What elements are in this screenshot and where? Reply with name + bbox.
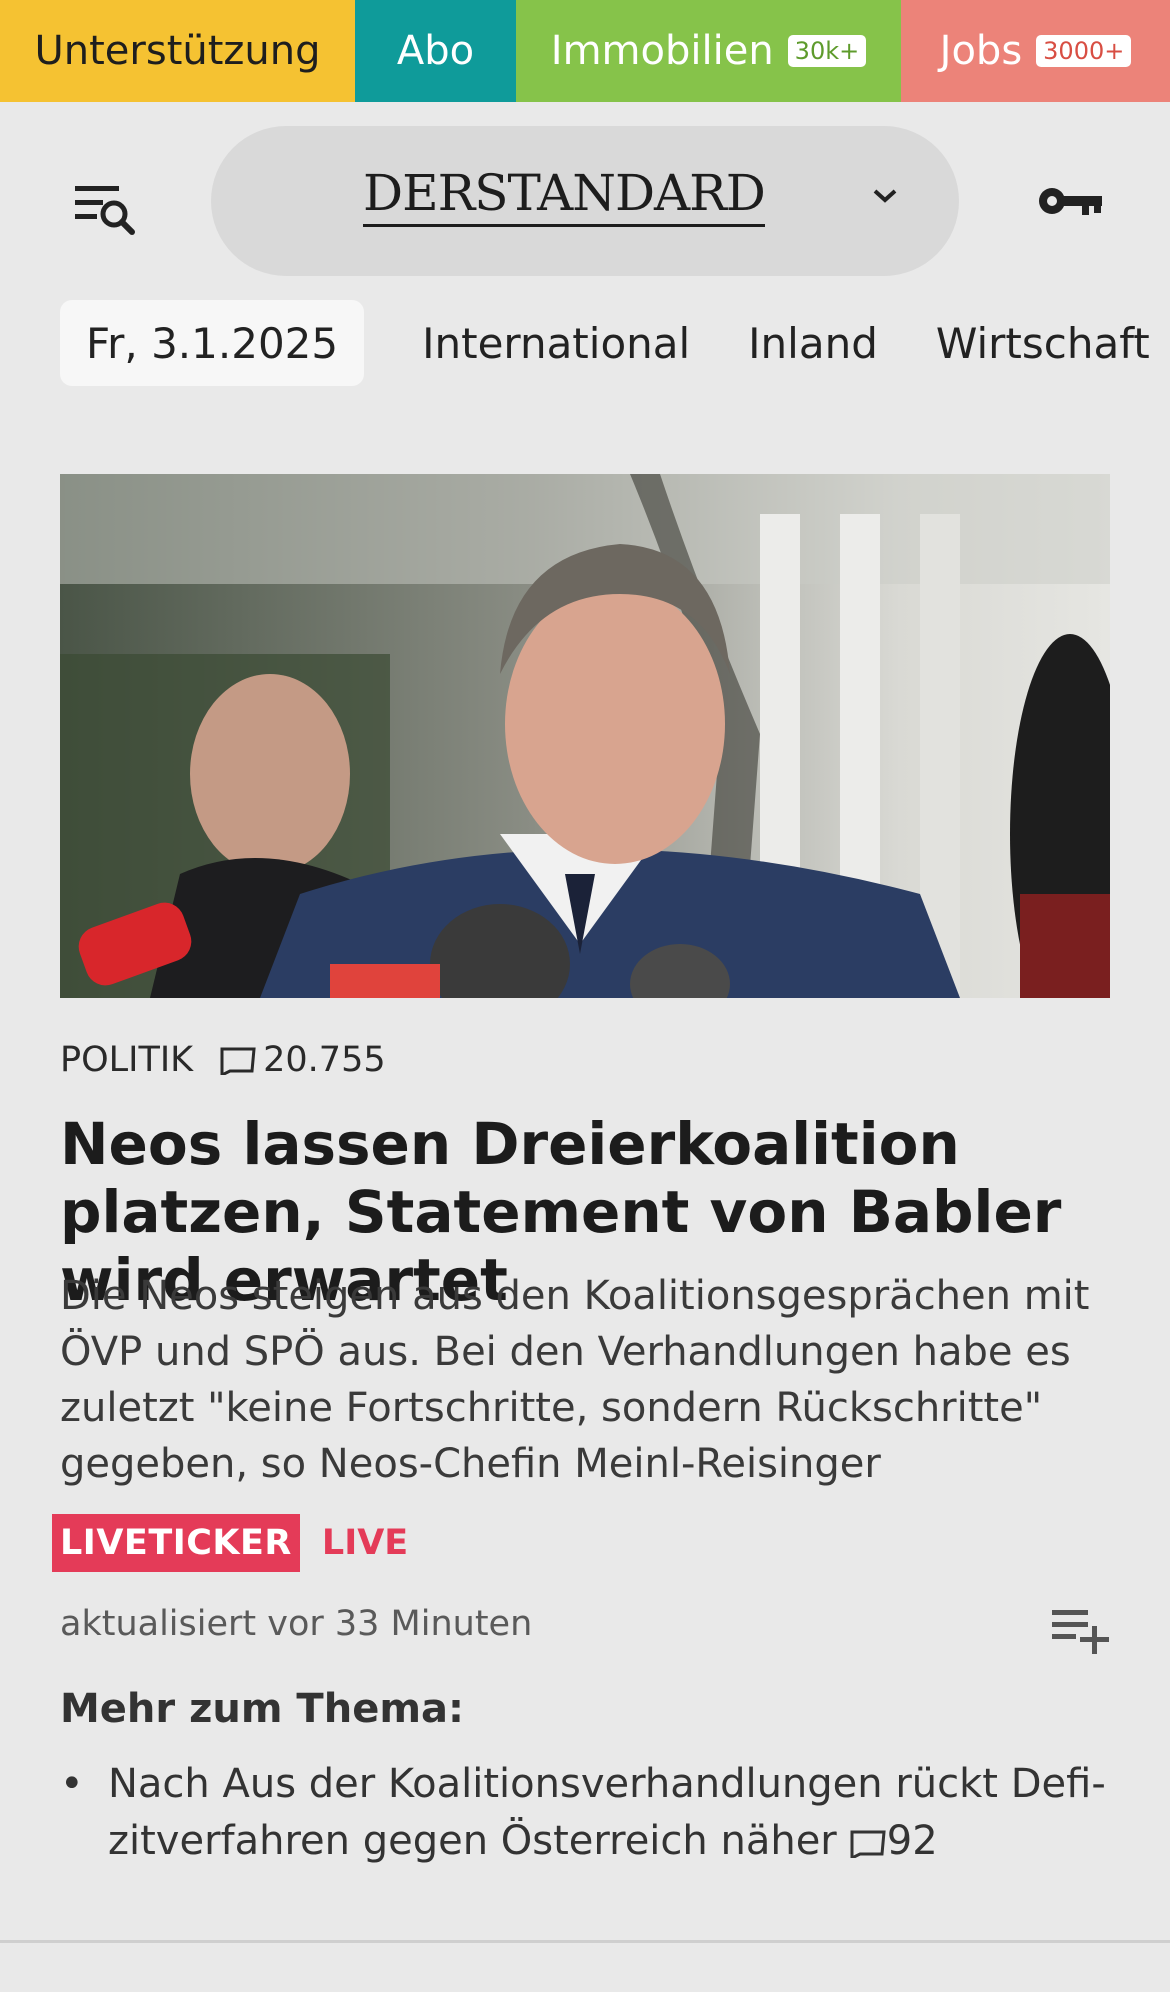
liveticker-badge: LIVETICKER <box>52 1514 300 1572</box>
nav-item-wirtschaft[interactable]: Wirtschaft <box>936 319 1150 368</box>
article-meta: POLITIK 20.755 <box>60 1040 386 1080</box>
site-header: DERSTANDARD <box>0 126 1170 276</box>
nav-item-international[interactable]: International <box>422 319 690 368</box>
article-hero-image[interactable] <box>60 474 1110 998</box>
nav-item-inland[interactable]: Inland <box>748 319 878 368</box>
top-service-bar: Unterstützung Abo Immobilien 30k+ Jobs 3… <box>0 0 1170 102</box>
comment-icon <box>850 1830 886 1858</box>
related-comment-count[interactable]: 92 <box>887 1818 938 1864</box>
abo-label: Abo <box>396 28 475 74</box>
logo-button[interactable]: DERSTANDARD <box>211 126 959 276</box>
updated-timestamp: aktualisiert vor 33 Minuten <box>60 1604 533 1644</box>
section-nav: Fr, 3.1.2025 International Inland Wirtsc… <box>60 300 1150 386</box>
jobs-link[interactable]: Jobs 3000+ <box>901 0 1170 102</box>
related-title: Mehr zum Thema: <box>60 1686 464 1732</box>
comment-icon <box>220 1047 256 1075</box>
related-item-text-wrap: Nach Aus der Koalitionsverhandlungen rüc… <box>108 1756 1108 1870</box>
immobilien-link[interactable]: Immobilien 30k+ <box>516 0 901 102</box>
jobs-label: Jobs <box>939 28 1023 74</box>
chevron-down-icon <box>873 189 897 203</box>
comment-count[interactable]: 20.755 <box>263 1040 385 1080</box>
support-label: Unterstützung <box>34 28 321 74</box>
related-item[interactable]: • Nach Aus der Koalitionsverhandlungen r… <box>60 1756 1120 1870</box>
article-teaser[interactable]: Die Neos steigen aus den Koalitionsgespr… <box>60 1268 1120 1492</box>
section-label[interactable]: POLITIK <box>60 1040 193 1080</box>
menu-search-icon[interactable] <box>70 176 140 236</box>
abo-link[interactable]: Abo <box>355 0 516 102</box>
immobilien-label: Immobilien <box>550 28 774 74</box>
live-label: LIVE <box>321 1523 409 1563</box>
divider <box>0 1940 1170 1943</box>
date-chip: Fr, 3.1.2025 <box>60 300 365 386</box>
playlist-add-icon[interactable] <box>1050 1604 1110 1654</box>
jobs-badge: 3000+ <box>1036 35 1132 67</box>
site-logo: DERSTANDARD <box>363 164 766 227</box>
related-item-text[interactable]: Nach Aus der Koalitionsverhandlungen rüc… <box>108 1761 1106 1864</box>
related-list: • Nach Aus der Koalitionsverhandlungen r… <box>60 1756 1120 1870</box>
key-icon[interactable] <box>1036 178 1106 224</box>
immobilien-badge: 30k+ <box>787 35 867 67</box>
bullet: • <box>60 1761 84 1807</box>
support-link[interactable]: Unterstützung <box>0 0 355 102</box>
live-row: LIVETICKER LIVE <box>52 1514 408 1572</box>
